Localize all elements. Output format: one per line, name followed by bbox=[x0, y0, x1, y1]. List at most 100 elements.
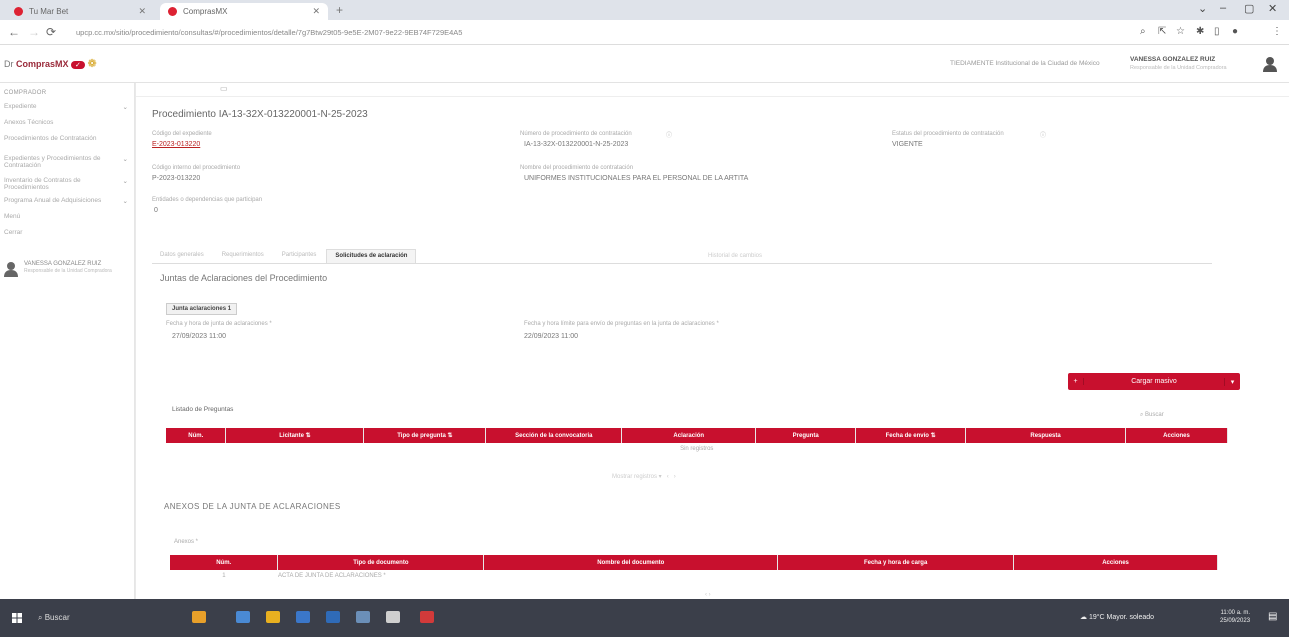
forward-arrow-icon[interactable]: → bbox=[28, 25, 40, 39]
info-icon[interactable]: ⓘ bbox=[1040, 130, 1046, 139]
sidebar-item-programa[interactable]: Programa Anual de Adquisiciones ⌄ bbox=[4, 197, 128, 205]
sort-icon[interactable]: ⇅ bbox=[306, 433, 311, 439]
site-favicon-icon bbox=[14, 7, 23, 16]
minimize-icon[interactable]: – bbox=[1220, 2, 1226, 14]
cargar-masivo-button[interactable]: + Cargar masivo ▾ bbox=[1068, 373, 1240, 390]
column-header[interactable]: Acciones bbox=[1125, 428, 1228, 443]
system-tray[interactable]: ☁ 19°C Mayor. soleado bbox=[1080, 613, 1154, 621]
header-user-name[interactable]: VANESSA GONZALEZ RUIZ bbox=[1130, 56, 1215, 63]
document-type-cell[interactable]: ACTA DE JUNTA DE ACLARACIONES * bbox=[278, 570, 484, 581]
field-value: VIGENTE bbox=[892, 141, 923, 148]
tab-participantes[interactable]: Participantes bbox=[274, 249, 325, 263]
sidebar-item-menu[interactable]: Menú bbox=[4, 213, 128, 220]
url-field[interactable]: upcp.cc.mx/sitio/procedimiento/consultas… bbox=[66, 25, 936, 40]
zoom-search-icon[interactable]: ⌕ bbox=[1140, 26, 1146, 37]
taskbar-clock[interactable]: 11:00 a. m. 25/09/2023 bbox=[1220, 609, 1250, 625]
window-close-icon[interactable]: ✕ bbox=[1268, 2, 1277, 15]
deadline-date-field[interactable]: 22/09/2023 11:00 bbox=[524, 333, 578, 340]
user-avatar-icon[interactable] bbox=[1263, 56, 1277, 72]
column-header[interactable]: Núm. bbox=[170, 555, 279, 570]
taskbar-app-store-icon[interactable] bbox=[386, 611, 400, 623]
sort-icon[interactable]: ⇅ bbox=[447, 433, 452, 439]
tab-list-chevron-icon[interactable]: ⌄ bbox=[1198, 2, 1207, 15]
column-header[interactable]: Núm. bbox=[166, 428, 227, 443]
taskbar-app-photos-icon[interactable] bbox=[356, 611, 370, 623]
questions-table: Núm. Licitante ⇅ Tipo de pregunta ⇅ Secc… bbox=[166, 428, 1228, 454]
column-header[interactable]: Aclaración bbox=[621, 428, 757, 443]
column-header[interactable]: Licitante ⇅ bbox=[225, 428, 365, 443]
taskbar-app-chrome-icon[interactable] bbox=[266, 611, 280, 623]
taskbar-app-outlook-icon[interactable] bbox=[326, 611, 340, 623]
sidebar-item-expediente[interactable]: Expediente ⌄ bbox=[4, 103, 128, 111]
browser-tab-active[interactable]: ComprasMX ✕ bbox=[160, 3, 328, 20]
taskbar-app-pdf-icon[interactable] bbox=[420, 611, 434, 623]
profile-icon[interactable]: ● bbox=[1232, 26, 1238, 37]
notifications-icon[interactable]: ▤ bbox=[1268, 611, 1277, 622]
field-value: IA-13-32X-013220001-N-25-2023 bbox=[524, 141, 629, 148]
column-header[interactable]: Pregunta bbox=[755, 428, 857, 443]
tab-solicitudes-aclaracion[interactable]: Solicitudes de aclaración bbox=[326, 249, 417, 263]
tab-datos-generales[interactable]: Datos generales bbox=[152, 249, 212, 263]
anexos-pagination[interactable]: ‹ › bbox=[705, 592, 711, 598]
browser-menu-icon[interactable]: ⋮ bbox=[1272, 26, 1282, 37]
chevron-down-icon[interactable]: ▾ bbox=[1224, 377, 1240, 386]
history-link[interactable]: Historial de cambios bbox=[708, 253, 762, 259]
close-icon[interactable]: ✕ bbox=[312, 6, 320, 17]
sidebar-item-procedimientos[interactable]: Procedimientos de Contratación bbox=[4, 135, 128, 142]
sidebar-item-expedientes[interactable]: Expedientes y Procedimientos de Contrata… bbox=[4, 155, 128, 169]
user-avatar-icon bbox=[4, 262, 18, 277]
logo-prefix: Dr bbox=[4, 59, 14, 69]
column-header-label: Tipo de pregunta bbox=[397, 433, 446, 439]
column-header[interactable]: Fecha y hora de carga bbox=[777, 555, 1015, 570]
junta-tab-button[interactable]: Junta aclaraciones 1 bbox=[166, 303, 238, 315]
sort-icon[interactable]: ⇅ bbox=[931, 433, 936, 439]
search-label: Buscar bbox=[1145, 412, 1164, 418]
expediente-link[interactable]: E-2023-013220 bbox=[152, 141, 200, 148]
tab-requerimientos[interactable]: Requerimientos bbox=[214, 249, 272, 263]
logo-badge-icon: ✓ bbox=[71, 61, 85, 69]
sidebar-item-cerrar[interactable]: Cerrar bbox=[4, 229, 128, 236]
sidebar-item-anexos[interactable]: Anexos Técnicos bbox=[4, 119, 128, 126]
taskbar-app-files-icon[interactable] bbox=[192, 611, 206, 623]
new-tab-plus-icon[interactable]: + bbox=[336, 3, 343, 17]
app-header: Dr ComprasMX ✓ ❁ TIEDIAMENTE Institucion… bbox=[0, 45, 1289, 83]
column-header[interactable]: Acciones bbox=[1013, 555, 1218, 570]
windows-start-icon[interactable] bbox=[12, 613, 22, 623]
back-arrow-icon[interactable]: ← bbox=[8, 25, 20, 39]
column-header[interactable]: Respuesta bbox=[965, 428, 1126, 443]
info-icon[interactable]: ⓘ bbox=[666, 130, 672, 139]
taskbar-app-explorer-icon[interactable] bbox=[236, 611, 250, 623]
share-icon[interactable]: ⇱ bbox=[1158, 26, 1166, 37]
taskbar-search[interactable]: ⌕ Buscar bbox=[38, 613, 70, 623]
sidebar-user-role: Responsable de la Unidad Compradora bbox=[24, 268, 112, 274]
procedure-tabs: Datos generales Requerimientos Participa… bbox=[152, 249, 418, 263]
close-icon[interactable]: ✕ bbox=[138, 6, 146, 17]
expand-sidebar-icon[interactable]: ▭ bbox=[220, 84, 228, 93]
bookmark-star-icon[interactable]: ☆ bbox=[1176, 26, 1185, 37]
unit-text: TIEDIAMENTE Institucional de la Ciudad d… bbox=[950, 60, 1100, 67]
sidebar-item-inventario[interactable]: Inventario de Contratos de Procedimiento… bbox=[4, 177, 128, 191]
search-button[interactable]: ⌕ Buscar bbox=[1140, 412, 1164, 419]
column-header[interactable]: Fecha de envío ⇅ bbox=[855, 428, 967, 443]
page-title: Procedimiento IA-13-32X-013220001-N-25-2… bbox=[152, 109, 368, 120]
column-header[interactable]: Nombre del documento bbox=[483, 555, 779, 570]
extensions-icon[interactable]: ✱ bbox=[1196, 26, 1204, 37]
field-label: Fecha y hora límite para envío de pregun… bbox=[524, 321, 719, 327]
content-top-strip: ▭ bbox=[136, 83, 1289, 97]
browser-tab-label: Tu Mar Bet bbox=[29, 7, 69, 16]
column-header[interactable]: Tipo de documento bbox=[277, 555, 485, 570]
anexos-label: Anexos * bbox=[174, 539, 199, 545]
sidebar-item-label: Expediente bbox=[4, 103, 37, 110]
sidebar-user[interactable]: VANESSA GONZALEZ RUIZ Responsable de la … bbox=[4, 261, 112, 277]
taskbar-app-mail-icon[interactable] bbox=[296, 611, 310, 623]
reload-icon[interactable]: ⟳ bbox=[46, 25, 56, 39]
column-header[interactable]: Tipo de pregunta ⇅ bbox=[363, 428, 487, 443]
app-logo[interactable]: Dr ComprasMX ✓ ❁ bbox=[4, 57, 97, 70]
column-header[interactable]: Sección de la convocatoria bbox=[485, 428, 623, 443]
maximize-icon[interactable]: ▢ bbox=[1244, 2, 1254, 15]
sidepanel-icon[interactable]: ▯ bbox=[1214, 26, 1220, 37]
junta-date-field[interactable]: 27/09/2023 11:00 bbox=[172, 333, 226, 340]
pagination[interactable]: Mostrar registros ▾ ‹ › bbox=[612, 473, 676, 480]
browser-tab[interactable]: Tu Mar Bet ✕ bbox=[6, 3, 154, 20]
field-label: Nombre del procedimiento de contratación bbox=[520, 165, 634, 171]
